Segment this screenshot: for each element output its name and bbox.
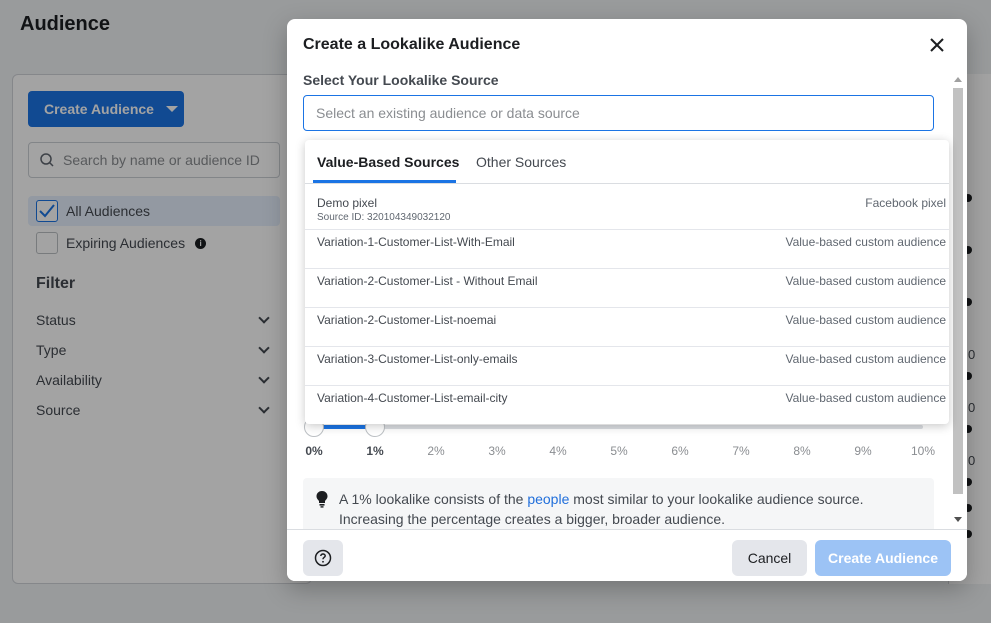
option-name: Variation-2-Customer-List-noemai	[317, 313, 497, 327]
slider-tick: 10%	[910, 444, 936, 458]
lookalike-info-box: A 1% lookalike consists of the people mo…	[303, 478, 934, 534]
option-type: Value-based custom audience	[785, 352, 946, 366]
option-type: Facebook pixel	[865, 196, 946, 210]
option-type: Value-based custom audience	[785, 391, 946, 405]
source-option[interactable]: Variation-2-Customer-List-noemai Value-b…	[305, 308, 949, 347]
info-text: A 1% lookalike consists of the people mo…	[339, 489, 929, 529]
slider-tick: 5%	[610, 444, 628, 458]
source-tabs: Value-Based Sources Other Sources	[305, 140, 949, 184]
option-source-id: Source ID: 320104349032120	[317, 212, 451, 223]
source-option[interactable]: Variation-3-Customer-List-only-emails Va…	[305, 347, 949, 386]
tab-other-sources[interactable]: Other Sources	[476, 154, 566, 170]
source-option[interactable]: Variation-4-Customer-List-email-city Val…	[305, 386, 949, 425]
option-type: Value-based custom audience	[785, 235, 946, 249]
source-label: Select Your Lookalike Source	[303, 72, 499, 88]
info-text-start: A 1% lookalike consists of the	[339, 491, 528, 507]
slider-tick: 2%	[427, 444, 445, 458]
slider-tick: 9%	[854, 444, 872, 458]
option-type: Value-based custom audience	[785, 274, 946, 288]
create-audience-submit-button[interactable]: Create Audience	[815, 540, 951, 576]
tab-value-based-sources[interactable]: Value-Based Sources	[317, 154, 459, 170]
slider-tick: 1%	[366, 444, 384, 458]
option-name: Variation-3-Customer-List-only-emails	[317, 352, 518, 366]
lookalike-modal: Create a Lookalike Audience Select Your …	[287, 19, 967, 581]
slider-tick: 0%	[305, 444, 323, 458]
option-name: Demo pixel	[317, 196, 378, 210]
cancel-button[interactable]: Cancel	[732, 540, 807, 576]
slider-tick: 4%	[549, 444, 567, 458]
scroll-down-icon[interactable]	[954, 517, 962, 522]
source-dropdown: Value-Based Sources Other Sources Demo p…	[305, 140, 949, 424]
slider-tick: 7%	[732, 444, 750, 458]
option-name: Variation-1-Customer-List-With-Email	[317, 235, 515, 249]
source-option[interactable]: Demo pixel Source ID: 320104349032120 Fa…	[305, 191, 949, 230]
people-link[interactable]: people	[527, 491, 569, 507]
source-option[interactable]: Variation-2-Customer-List - Without Emai…	[305, 269, 949, 308]
scroll-thumb[interactable]	[953, 88, 963, 494]
modal-footer: Cancel Create Audience	[287, 529, 967, 581]
help-button[interactable]	[303, 540, 343, 576]
lightbulb-icon	[316, 491, 328, 508]
scroll-up-icon[interactable]	[954, 77, 962, 82]
slider-tick: 6%	[671, 444, 689, 458]
active-tab-indicator	[313, 180, 456, 183]
close-icon[interactable]	[927, 35, 947, 55]
option-name: Variation-4-Customer-List-email-city	[317, 391, 508, 405]
slider-tick: 3%	[488, 444, 506, 458]
audience-size-slider[interactable]	[314, 425, 923, 429]
option-name: Variation-2-Customer-List - Without Emai…	[317, 274, 538, 288]
slider-tick: 8%	[793, 444, 811, 458]
source-option[interactable]: Variation-1-Customer-List-With-Email Val…	[305, 230, 949, 269]
modal-title: Create a Lookalike Audience	[303, 36, 521, 53]
option-type: Value-based custom audience	[785, 313, 946, 327]
help-icon	[314, 549, 332, 567]
lookalike-source-input[interactable]	[303, 95, 934, 131]
